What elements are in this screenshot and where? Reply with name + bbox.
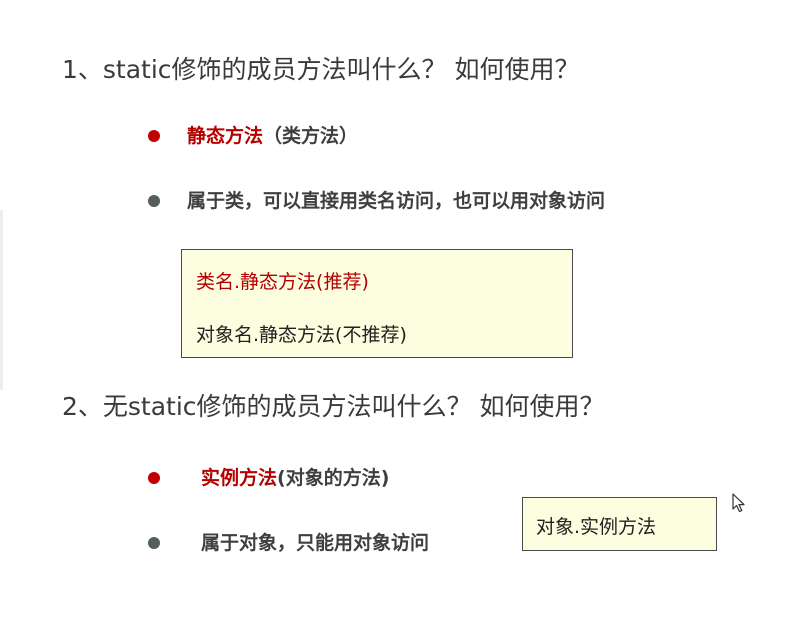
gray-bullet-icon [148,537,160,549]
question-1: 1、static修饰的成员方法叫什么？ 如何使用？ [62,55,580,84]
instance-usage-text: 属于对象，只能用对象访问 [201,532,430,554]
instance-call-text: 对象.实例方法 [536,516,657,538]
bullet-static-method-name: 静态方法（类方法） [148,123,358,149]
static-call-not-recommended: 对象名.静态方法(不推荐) [196,324,407,346]
bullet-static-method-usage: 属于类，可以直接用类名访问，也可以用对象访问 [148,188,605,214]
bullet-text: 实例方法(对象的方法) [201,465,389,491]
question-2: 2、无static修饰的成员方法叫什么？ 如何使用？ [62,392,605,421]
static-call-recommended: 类名.静态方法(推荐) [196,271,369,293]
instance-method-term: 实例方法 [201,467,278,489]
static-usage-text: 属于类，可以直接用类名访问，也可以用对象访问 [187,190,606,212]
mouse-pointer-icon [732,493,745,513]
bullet-text: 静态方法（类方法） [187,123,358,149]
static-call-box: 类名.静态方法(推荐) 对象名.静态方法(不推荐) [181,249,573,358]
red-bullet-icon [148,130,160,142]
class-method-paren: （类方法） [263,125,359,147]
red-bullet-icon [148,472,160,484]
gray-bullet-icon [148,195,160,207]
instance-call-box: 对象.实例方法 [522,497,717,551]
bullet-instance-method-name: 实例方法(对象的方法) [148,465,389,491]
object-method-paren: (对象的方法) [277,467,390,489]
bullet-instance-method-usage: 属于对象，只能用对象访问 [148,530,429,556]
static-method-term: 静态方法 [187,125,264,147]
slide-left-edge [0,210,3,390]
